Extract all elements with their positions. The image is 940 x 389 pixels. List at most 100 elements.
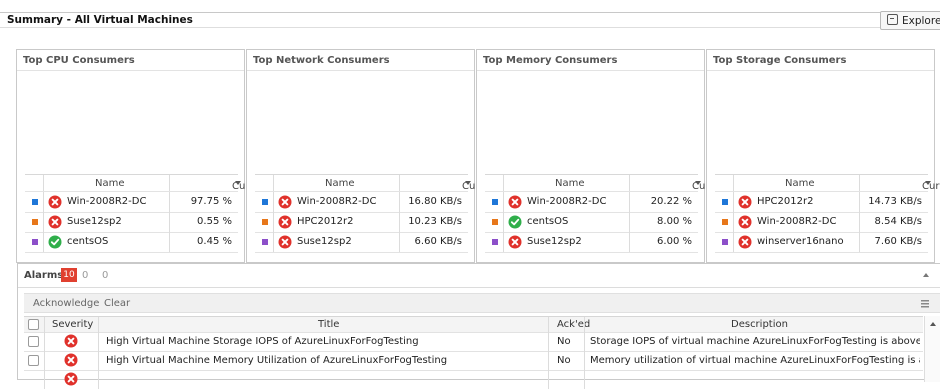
vm-name[interactable]: Suse12sp2 [297,236,352,247]
alarm-row[interactable]: High Virtual Machine Storage IOPS of Azu… [24,332,923,352]
column-settings-icon[interactable] [921,300,929,308]
alarm-title[interactable]: High Virtual Machine Storage IOPS of Azu… [106,336,542,347]
current-value: 97.75 % [190,196,232,207]
name-column-header[interactable]: Name [95,178,125,189]
warning-count[interactable]: 0 [82,270,88,281]
alarms-table: Severity Title Ack'ed Description High V… [24,316,923,389]
consumer-row[interactable]: Suse12sp2 6.00 % [485,232,698,253]
consumer-row[interactable]: Suse12sp2 0.55 % [25,212,238,233]
vm-name[interactable]: winserver16nano [757,236,844,247]
severity-error-icon [64,353,78,370]
series-color-swatch [262,219,268,225]
consumer-row[interactable]: Suse12sp2 6.60 KB/s [255,232,468,253]
consumer-row[interactable]: HPC2012r2 14.73 KB/s [715,192,928,213]
title-column-header[interactable]: Title [318,319,339,330]
critical-count-badge[interactable]: 10 [61,268,77,282]
consumer-row[interactable]: centsOS 0.45 % [25,232,238,253]
panel-title: Top Memory Consumers [477,50,704,71]
alarm-description: Memory utilization of virtual machine Az… [590,355,920,366]
consumer-table: NameCurrent Win-2008R2-DC 16.80 KB/s HPC201… [255,174,500,253]
vm-name[interactable]: Win-2008R2-DC [297,196,376,207]
name-column-header[interactable]: Name [325,178,355,189]
name-column-header[interactable]: Name [785,178,815,189]
consumer-row[interactable]: Win-2008R2-DC 20.22 % [485,192,698,213]
description-column-header[interactable]: Description [731,319,788,330]
vm-name[interactable]: centsOS [67,236,108,247]
vm-name[interactable]: Win-2008R2-DC [757,216,836,227]
consumer-row[interactable]: centsOS 8.00 % [485,212,698,233]
consumer-panel: Top Network ConsumersNameCurrentWin-2008… [246,49,500,263]
current-value: 16.80 KB/s [408,196,462,207]
select-all-checkbox[interactable] [28,319,39,330]
alarm-acked: No [557,336,571,347]
info-count[interactable]: 0 [102,270,108,281]
severity-error-icon [64,334,78,351]
name-column-header[interactable]: Name [555,178,585,189]
consumer-table: NameCurrent HPC2012r2 14.73 KB/s Win-2008R2… [715,174,940,253]
series-color-swatch [492,239,498,245]
current-value: 0.55 % [197,216,232,227]
severity-column-header[interactable]: Severity [52,319,93,330]
vm-name[interactable]: Suse12sp2 [527,236,582,247]
consumer-row[interactable]: Win-2008R2-DC 16.80 KB/s [255,192,468,213]
consumer-row[interactable]: HPC2012r2 10.23 KB/s [255,212,468,233]
error-status-icon [278,215,292,229]
explore-button[interactable]: Explore [880,11,940,30]
error-status-icon [738,235,752,249]
acked-column-header[interactable]: Ack'ed [557,319,590,330]
explore-icon [887,14,898,25]
error-status-icon [278,235,292,249]
series-color-swatch [262,199,268,205]
panel-title: Top Network Consumers [247,50,474,71]
vm-name[interactable]: HPC2012r2 [757,196,813,207]
series-color-swatch [492,199,498,205]
alarms-scrollbar[interactable] [924,316,940,382]
current-value: 6.60 KB/s [414,236,462,247]
consumer-row[interactable]: winserver16nano 7.60 KB/s [715,232,928,253]
vm-name[interactable]: Win-2008R2-DC [67,196,146,207]
alarms-header: Alarms 10 0 0 [18,264,940,288]
current-value: 7.60 KB/s [874,236,922,247]
vm-name[interactable]: HPC2012r2 [297,216,353,227]
alarm-row[interactable]: High Virtual Machine Memory Utilization … [24,351,923,371]
series-color-swatch [32,219,38,225]
clear-button[interactable]: Clear [104,298,130,309]
consumer-row[interactable]: Win-2008R2-DC 8.54 KB/s [715,212,928,233]
vm-name[interactable]: Suse12sp2 [67,216,122,227]
header-bottom-divider [0,27,940,28]
alarms-panel: Alarms 10 0 0 Acknowledge Clear Severity… [17,263,940,389]
error-status-icon [48,215,62,229]
current-value: 6.00 % [657,236,692,247]
ok-status-icon [48,235,62,249]
current-value: 8.54 KB/s [874,216,922,227]
series-color-swatch [492,219,498,225]
current-value: 8.00 % [657,216,692,227]
panel-title: Top Storage Consumers [707,50,934,71]
row-checkbox[interactable] [28,355,39,366]
sort-desc-icon [925,181,931,185]
consumer-table-header: NameCurrent [485,175,730,192]
severity-error-icon [64,372,78,389]
consumer-panel: Top CPU ConsumersNameCurrentWin-2008R2-D… [16,49,270,263]
series-color-swatch [722,219,728,225]
summary-header: Summary - All Virtual Machines Explore [0,0,940,30]
collapse-icon[interactable] [923,273,929,277]
alarm-title[interactable]: High Virtual Machine Memory Utilization … [106,355,542,366]
row-checkbox[interactable] [28,336,39,347]
sort-desc-icon [695,181,701,185]
series-color-swatch [722,199,728,205]
alarm-description: Storage IOPS of virtual machine AzureLin… [590,336,920,347]
acknowledge-button[interactable]: Acknowledge [33,298,99,309]
current-value: 0.45 % [197,236,232,247]
consumer-table: NameCurrent Win-2008R2-DC 97.75 % Suse12sp2… [25,174,270,253]
scroll-up-icon[interactable] [930,322,936,326]
consumer-row[interactable]: Win-2008R2-DC 97.75 % [25,192,238,213]
error-status-icon [508,195,522,209]
alarm-acked: No [557,355,571,366]
error-status-icon [738,195,752,209]
vm-name[interactable]: Win-2008R2-DC [527,196,606,207]
vm-name[interactable]: centsOS [527,216,568,227]
consumer-panel: Top Memory ConsumersNameCurrentWin-2008R… [476,49,730,263]
header-divider [0,12,940,13]
consumer-table-header: NameCurrent [715,175,940,192]
